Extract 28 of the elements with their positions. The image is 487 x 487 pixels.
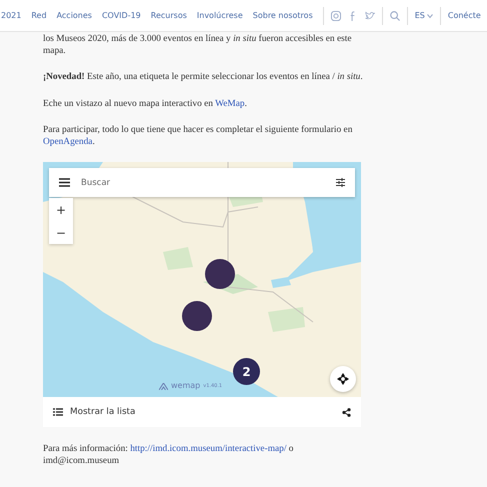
zoom-in-button[interactable]: + [49, 198, 73, 222]
login-link[interactable]: Conécte [448, 11, 481, 20]
link[interactable]: OpenAgenda [43, 137, 92, 148]
zoom-out-button[interactable]: − [49, 221, 73, 244]
paragraph: Para participar, todo lo que tiene que hacer es completar el siguiente formulario en OpenAgenda. [43, 124, 354, 148]
nav-link[interactable]: Sobre nosotros [252, 11, 313, 20]
link[interactable]: WeMap [215, 98, 245, 109]
menu-icon[interactable] [59, 178, 70, 188]
paragraph: los Museos 2020, más de 3.000 eventos en línea y in situ fueron accesibles en este mapa. [43, 33, 353, 58]
nav-link[interactable]: COVID-19 [102, 11, 141, 20]
share-icon[interactable] [342, 408, 351, 417]
link[interactable]: http://imd.icom.museum/interactive-map/ [130, 444, 286, 454]
nav-link[interactable]: Red [31, 11, 47, 20]
nav-link[interactable]: Acciones [56, 11, 92, 20]
nav-link[interactable]: Involúcrese [196, 11, 243, 20]
filter-icon[interactable] [336, 178, 345, 188]
paragraph: Eche un vistazo al nuevo mapa interactivo en WeMap. [43, 98, 248, 110]
nav-link[interactable]: Recursos [150, 11, 187, 20]
paragraph: ¡Novedad! Este año, una etiqueta le permite seleccionar los eventos en línea / in situ. [43, 71, 363, 84]
list-icon [53, 408, 63, 416]
paragraph: Para más información: http://imd.icom.museum/interactive-map/ o imd@icom.museum [43, 443, 294, 468]
language-selector[interactable]: ES [414, 11, 425, 20]
show-list-button[interactable]: Mostrar la lista [53, 407, 136, 418]
nav-link[interactable]: 2021 [1, 11, 22, 20]
crosshair-icon [337, 373, 349, 386]
logo-icon [159, 382, 168, 390]
brand-name: wemap [171, 380, 200, 392]
search-field[interactable]: Buscar [49, 168, 355, 198]
